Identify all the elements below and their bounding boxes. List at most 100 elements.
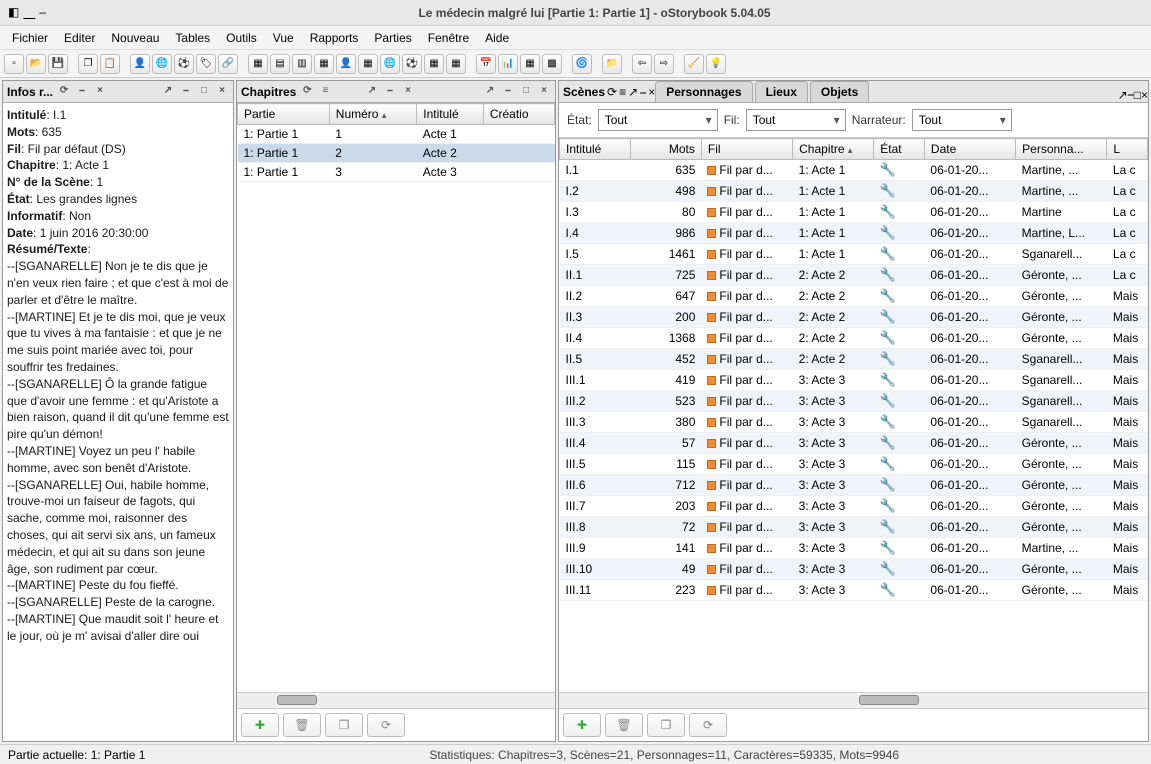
opts-icon[interactable]: ≡ — [318, 85, 332, 99]
col-l[interactable]: L — [1107, 139, 1148, 160]
table-row[interactable]: 1: Partie 13Acte 3 — [238, 163, 555, 182]
tb-link-icon[interactable]: 🔗 — [218, 54, 238, 74]
table-row[interactable]: 1: Partie 11Acte 1 — [238, 125, 555, 144]
x-icon[interactable]: × — [215, 85, 229, 99]
tb-grid1-icon[interactable]: ▦ — [248, 54, 268, 74]
scenes-table[interactable]: Intitulé Mots Fil Chapitre ▴ État Date P… — [559, 138, 1148, 601]
tab-objets[interactable]: Objets — [810, 81, 869, 102]
tb-person2-icon[interactable]: 👤 — [336, 54, 356, 74]
col-chapitre[interactable]: Chapitre ▴ — [793, 139, 874, 160]
filter-etat-combo[interactable]: Tout — [598, 109, 718, 131]
col-partie[interactable]: Partie — [238, 104, 330, 125]
menu-fichier[interactable]: Fichier — [6, 29, 54, 47]
tb-grid4-icon[interactable]: ▦ — [314, 54, 334, 74]
tb-ball2-icon[interactable]: ⚽ — [402, 54, 422, 74]
menu-vue[interactable]: Vue — [267, 29, 300, 47]
max-icon[interactable]: □ — [197, 85, 211, 99]
tb-grid7-icon[interactable]: ▦ — [446, 54, 466, 74]
tb-grid9-icon[interactable]: ▩ — [542, 54, 562, 74]
table-row[interactable]: 1: Partie 12Acte 2 — [238, 144, 555, 163]
table-row[interactable]: I.51461Fil par d...1: Acte 1🔧06-01-20...… — [560, 244, 1148, 265]
tb-save-icon[interactable]: 💾 — [48, 54, 68, 74]
tb-grid6-icon[interactable]: ▦ — [424, 54, 444, 74]
add-button[interactable]: ✚ — [563, 713, 601, 737]
table-row[interactable]: II.3200Fil par d...2: Acte 2🔧06-01-20...… — [560, 307, 1148, 328]
table-row[interactable]: III.1419Fil par d...3: Acte 3🔧06-01-20..… — [560, 370, 1148, 391]
delete-button[interactable]: 🗑 — [283, 713, 321, 737]
tb-new-icon[interactable]: ▫ — [4, 54, 24, 74]
col-date[interactable]: Date — [924, 139, 1015, 160]
col-intitule[interactable]: Intitulé — [560, 139, 631, 160]
col-numero[interactable]: Numéro ▴ — [329, 104, 416, 125]
refresh-icon[interactable]: ⟳ — [607, 85, 617, 100]
tb-chart-icon[interactable]: 📊 — [498, 54, 518, 74]
table-row[interactable]: III.457Fil par d...3: Acte 3🔧06-01-20...… — [560, 433, 1148, 454]
table-row[interactable]: III.2523Fil par d...3: Acte 3🔧06-01-20..… — [560, 391, 1148, 412]
table-row[interactable]: III.9141Fil par d...3: Acte 3🔧06-01-20..… — [560, 538, 1148, 559]
col-mots[interactable]: Mots — [630, 139, 701, 160]
tb-ball-icon[interactable]: ⚽ — [174, 54, 194, 74]
undock-icon[interactable]: ↗ — [365, 85, 379, 99]
table-row[interactable]: I.4986Fil par d...1: Acte 1🔧06-01-20...M… — [560, 223, 1148, 244]
menu-parties[interactable]: Parties — [368, 29, 417, 47]
copy-button[interactable]: ❐ — [325, 713, 363, 737]
max-icon[interactable]: □ — [1134, 88, 1141, 102]
tb-calendar-icon[interactable]: 📅 — [476, 54, 496, 74]
pin-icon[interactable]: ⎯ — [383, 85, 397, 99]
tb-open-icon[interactable]: 📂 — [26, 54, 46, 74]
table-row[interactable]: II.41368Fil par d...2: Acte 2🔧06-01-20..… — [560, 328, 1148, 349]
delete-button[interactable]: 🗑 — [605, 713, 643, 737]
refresh-icon[interactable]: ⟳ — [300, 85, 314, 99]
refresh-button[interactable]: ⟳ — [689, 713, 727, 737]
filter-narr-combo[interactable]: Tout — [912, 109, 1012, 131]
tb-tag-icon[interactable]: 🏷 — [196, 54, 216, 74]
tb-clean-icon[interactable]: 🧹 — [684, 54, 704, 74]
x-icon[interactable]: × — [1141, 88, 1148, 102]
tb-paste-icon[interactable]: 📋 — [100, 54, 120, 74]
menu-editer[interactable]: Editer — [58, 29, 101, 47]
col-persos[interactable]: Personna... — [1016, 139, 1107, 160]
close-icon[interactable]: × — [648, 85, 655, 100]
tb-bulb-icon[interactable]: 💡 — [706, 54, 726, 74]
table-row[interactable]: III.1049Fil par d...3: Acte 3🔧06-01-20..… — [560, 559, 1148, 580]
col-creation[interactable]: Créatio — [483, 104, 554, 125]
tb-back-icon[interactable]: ⇦ — [632, 54, 652, 74]
tb-person-icon[interactable]: 👤 — [130, 54, 150, 74]
menu-fenetre[interactable]: Fenêtre — [422, 29, 475, 47]
table-row[interactable]: I.2498Fil par d...1: Acte 1🔧06-01-20...M… — [560, 181, 1148, 202]
col-intitule[interactable]: Intitulé — [417, 104, 484, 125]
chapters-table[interactable]: Partie Numéro ▴ Intitulé Créatio 1: Part… — [237, 103, 555, 182]
min-icon[interactable]: ⎯ — [179, 85, 193, 99]
undock-icon[interactable]: ↗ — [628, 85, 638, 100]
tb-globe2-icon[interactable]: 🌐 — [380, 54, 400, 74]
table-row[interactable]: III.3380Fil par d...3: Acte 3🔧06-01-20..… — [560, 412, 1148, 433]
pin-icon[interactable]: ⎯ — [75, 85, 89, 99]
col-etat[interactable]: État — [874, 139, 925, 160]
tab-personnages[interactable]: Personnages — [655, 81, 752, 102]
undock2-icon[interactable]: ↗ — [1118, 88, 1128, 102]
menu-rapports[interactable]: Rapports — [304, 29, 365, 47]
x-icon[interactable]: × — [537, 85, 551, 99]
close-icon[interactable]: × — [401, 85, 415, 99]
minimize-icon[interactable]: ⎽ — [23, 5, 35, 20]
table-row[interactable]: I.1635Fil par d...1: Acte 1🔧06-01-20...M… — [560, 160, 1148, 181]
chapters-hscroll[interactable] — [237, 692, 555, 708]
tb-grid5-icon[interactable]: ▦ — [358, 54, 378, 74]
add-button[interactable]: ✚ — [241, 713, 279, 737]
table-row[interactable]: III.11223Fil par d...3: Acte 3🔧06-01-20.… — [560, 580, 1148, 601]
min-icon[interactable]: ⎯ — [501, 85, 515, 99]
pin-icon[interactable]: ⎯ — [640, 85, 646, 100]
opts-icon[interactable]: ≡ — [619, 85, 626, 100]
tb-forward-icon[interactable]: ⇨ — [654, 54, 674, 74]
tab-lieux[interactable]: Lieux — [755, 81, 808, 102]
refresh-button[interactable]: ⟳ — [367, 713, 405, 737]
table-row[interactable]: III.5115Fil par d...3: Acte 3🔧06-01-20..… — [560, 454, 1148, 475]
tb-globe-icon[interactable]: 🌐 — [152, 54, 172, 74]
table-row[interactable]: III.6712Fil par d...3: Acte 3🔧06-01-20..… — [560, 475, 1148, 496]
table-row[interactable]: III.7203Fil par d...3: Acte 3🔧06-01-20..… — [560, 496, 1148, 517]
tb-grid3-icon[interactable]: ▥ — [292, 54, 312, 74]
max-icon[interactable]: □ — [519, 85, 533, 99]
tb-copy-icon[interactable]: ❐ — [78, 54, 98, 74]
copy-button[interactable]: ❐ — [647, 713, 685, 737]
undock2-icon[interactable]: ↗ — [483, 85, 497, 99]
